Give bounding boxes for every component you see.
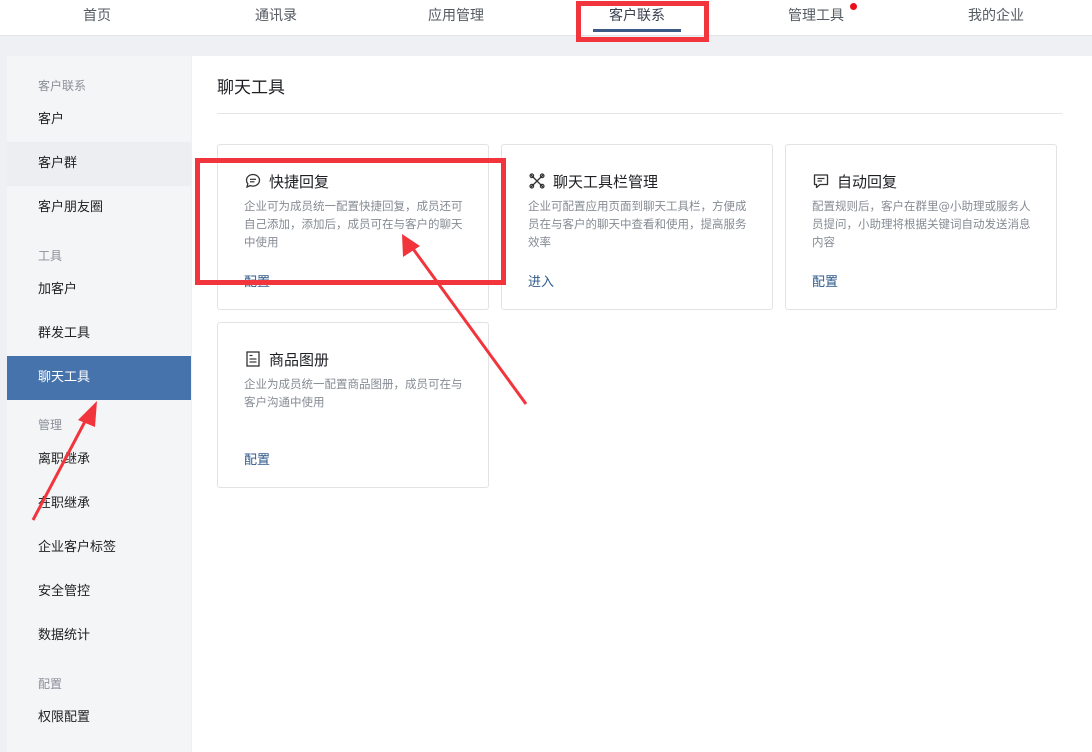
sidebar-item-chat-tools[interactable]: 聊天工具 <box>7 356 191 400</box>
sidebar-item-mass-send[interactable]: 群发工具 <box>7 312 191 356</box>
card-title: 快捷回复 <box>269 172 330 191</box>
card-header: 聊天工具栏管理 <box>528 170 658 192</box>
card-description: 企业可配置应用页面到聊天工具栏，方便成员在与客户的聊天中查看和使用，提高服务效率 <box>528 199 747 249</box>
card-header: 自动回复 <box>812 170 897 192</box>
sidebar-item-onjob-inherit[interactable]: 在职继承 <box>7 482 191 526</box>
card-product-album[interactable]: 商品图册 企业为成员统一配置商品图册，成员可在与客户沟通中使用 配置 <box>217 322 489 488</box>
chat-bubble-icon <box>245 173 261 189</box>
sidebar-item-permissions[interactable]: 权限配置 <box>7 696 191 740</box>
tab-my-company[interactable]: 我的企业 <box>946 0 1046 34</box>
card-header: 快捷回复 <box>244 170 329 192</box>
sidebar-item-customer-tags[interactable]: 企业客户标签 <box>7 526 191 570</box>
toolbar-icon <box>529 173 545 189</box>
product-album-icon <box>246 351 260 367</box>
sidebar-item-resign-inherit[interactable]: 离职继承 <box>7 438 191 482</box>
notification-dot <box>850 3 857 10</box>
sidebar: 客户联系 客户 客户群 客户朋友圈 工具 加客户 群发工具 聊天工具 管理 离职… <box>7 56 191 752</box>
card-quick-reply[interactable]: 快捷回复 企业可为成员统一配置快捷回复，成员还可自己添加，添加后，成员可在与客户… <box>217 144 489 310</box>
sidebar-item-customer[interactable]: 客户 <box>7 98 191 142</box>
sidebar-group-config: 配置 <box>38 677 63 691</box>
auto-reply-icon <box>813 174 829 189</box>
sidebar-item-statistics[interactable]: 数据统计 <box>7 614 191 658</box>
card-auto-reply[interactable]: 自动回复 配置规则后，客户在群里@小助理或服务人员提问，小助理将根据关键词自动发… <box>785 144 1057 310</box>
tab-contacts[interactable]: 通讯录 <box>226 0 326 34</box>
card-header: 商品图册 <box>244 348 329 370</box>
configure-link[interactable]: 配置 <box>244 449 270 468</box>
title-divider <box>217 113 1062 114</box>
card-chat-toolbar[interactable]: 聊天工具栏管理 企业可配置应用页面到聊天工具栏，方便成员在与客户的聊天中查看和使… <box>501 144 773 310</box>
enter-link[interactable]: 进入 <box>528 271 554 290</box>
top-navigation: 首页 通讯录 应用管理 客户联系 管理工具 我的企业 <box>0 0 1092 36</box>
sidebar-item-security[interactable]: 安全管控 <box>7 570 191 614</box>
configure-link[interactable]: 配置 <box>244 271 270 290</box>
sidebar-group-tools: 工具 <box>38 249 63 263</box>
card-description: 配置规则后，客户在群里@小助理或服务人员提问，小助理将根据关键词自动发送消息内容 <box>812 199 1031 249</box>
card-title: 商品图册 <box>269 350 330 369</box>
card-description: 企业为成员统一配置商品图册，成员可在与客户沟通中使用 <box>244 377 463 409</box>
tab-customer-contact[interactable]: 客户联系 <box>587 0 687 34</box>
sidebar-group-management: 管理 <box>38 418 63 432</box>
sidebar-item-customer-group[interactable]: 客户群 <box>7 142 191 186</box>
page-title: 聊天工具 <box>217 78 285 98</box>
tab-app-management[interactable]: 应用管理 <box>406 0 506 34</box>
sidebar-group-customer-contact: 客户联系 <box>38 79 87 93</box>
tab-home[interactable]: 首页 <box>47 0 147 34</box>
card-title: 自动回复 <box>837 172 898 191</box>
active-tab-underline <box>593 29 681 32</box>
sidebar-item-add-customer[interactable]: 加客户 <box>7 268 191 312</box>
card-title: 聊天工具栏管理 <box>553 172 659 191</box>
configure-link[interactable]: 配置 <box>812 271 838 290</box>
main-content: 聊天工具 快捷回复 企业可为成员统一配置快捷回复，成员还可自己添加，添加后，成员… <box>192 56 1092 752</box>
card-description: 企业可为成员统一配置快捷回复，成员还可自己添加，添加后，成员可在与客户的聊天中使… <box>244 199 463 249</box>
sidebar-item-moments[interactable]: 客户朋友圈 <box>7 186 191 230</box>
tab-customer-contact-label: 客户联系 <box>609 8 665 24</box>
